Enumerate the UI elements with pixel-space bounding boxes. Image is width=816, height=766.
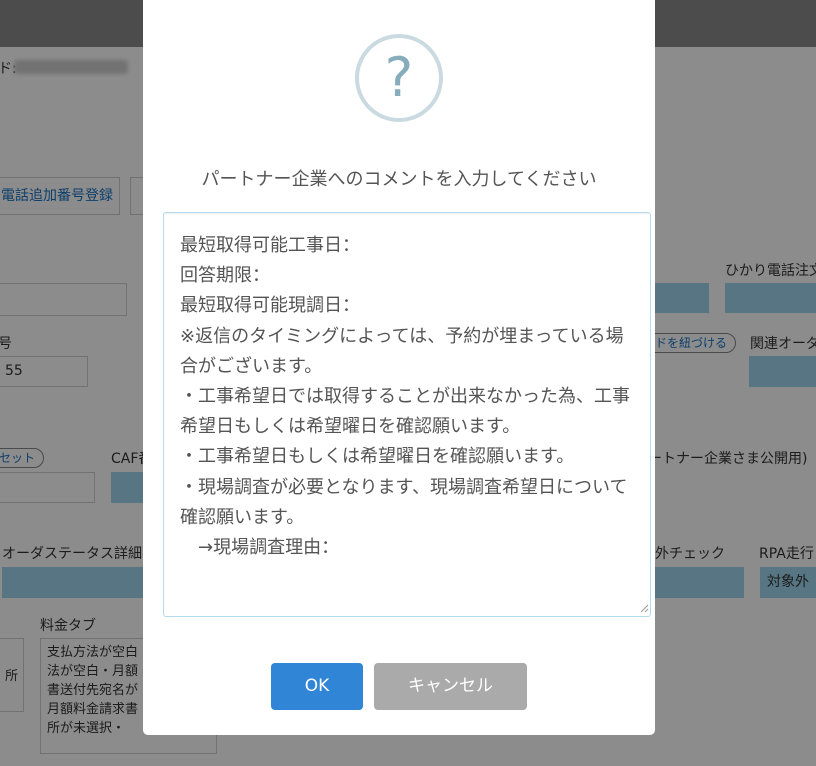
dialog-title: パートナー企業へのコメントを入力してください — [201, 169, 597, 190]
question-icon: ? — [355, 34, 443, 122]
resize-grip-icon[interactable] — [639, 603, 649, 613]
cancel-button[interactable]: キャンセル — [374, 663, 527, 710]
question-glyph: ? — [384, 46, 414, 109]
ok-button[interactable]: OK — [271, 663, 363, 710]
comment-textarea[interactable]: 最短取得可能工事日： 回答期限： 最短取得可能現調日： ※返信のタイミングによっ… — [163, 212, 651, 617]
comment-dialog: ? パートナー企業へのコメントを入力してください 最短取得可能工事日： 回答期限… — [143, 0, 655, 735]
